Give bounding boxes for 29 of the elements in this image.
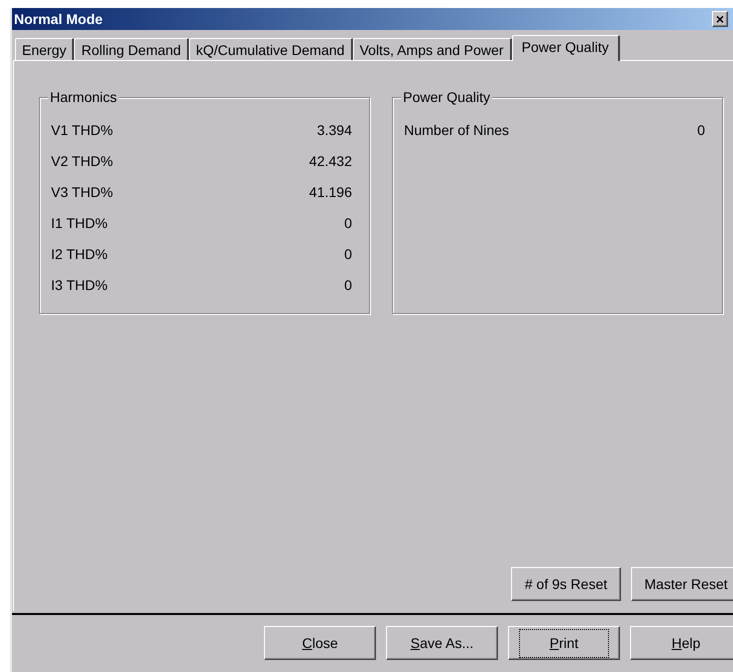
field-label: V3 THD% [51,183,113,202]
field-value: 3.394 [316,121,352,140]
tab[interactable]: Power Quality [512,35,620,61]
tab[interactable]: kQ/Cumulative Demand [188,38,353,60]
field-label: Number of Nines [404,121,510,140]
field-label: I1 THD% [51,214,108,233]
field-value: 0 [344,276,352,295]
group-title: Power Quality [401,89,492,105]
group-title: Harmonics [48,89,119,105]
tab[interactable]: Rolling Demand [74,38,189,60]
field-label: V2 THD% [51,152,113,171]
field-value: 0 [344,245,352,264]
field-value: 42.432 [309,152,352,171]
field-value: 41.196 [309,183,352,202]
tab[interactable]: Energy [15,38,74,60]
field-label: I3 THD% [51,276,108,295]
dialog-button[interactable]: Close [264,626,376,660]
reset-button[interactable]: # of 9s Reset [511,567,621,601]
dialog-button[interactable]: Help [630,626,733,660]
dialog-button[interactable]: Save As... [386,626,498,660]
field-label: V1 THD% [51,121,113,140]
close-button[interactable]: × [712,11,728,27]
dialog-button[interactable]: Print [508,626,620,660]
tab[interactable]: Volts, Amps and Power [352,38,512,60]
field-value: 0 [697,121,705,140]
field-label: I2 THD% [51,245,108,264]
field-value: 0 [344,214,352,233]
window-title: Normal Mode [14,10,103,28]
reset-button[interactable]: Master Reset [631,567,733,601]
